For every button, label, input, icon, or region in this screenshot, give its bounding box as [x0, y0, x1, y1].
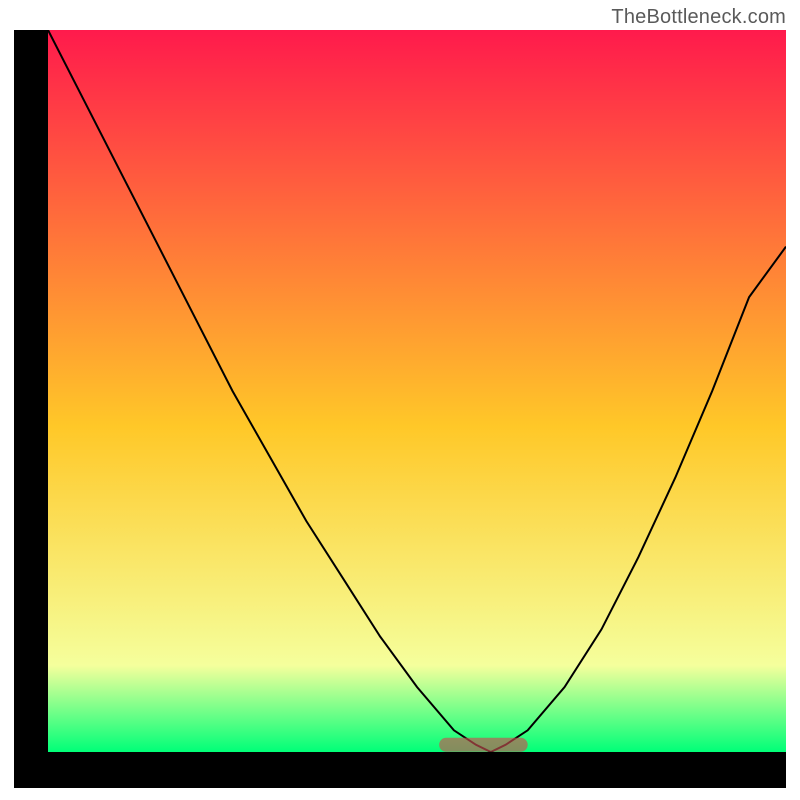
chart-container: TheBottleneck.com	[0, 0, 800, 800]
plot-inner	[48, 30, 786, 752]
gradient-background	[48, 30, 786, 752]
optimal-range-marker	[439, 738, 528, 752]
watermark-text: TheBottleneck.com	[611, 6, 786, 29]
plot-frame	[14, 30, 786, 788]
bottleneck-curve-chart	[48, 30, 786, 752]
